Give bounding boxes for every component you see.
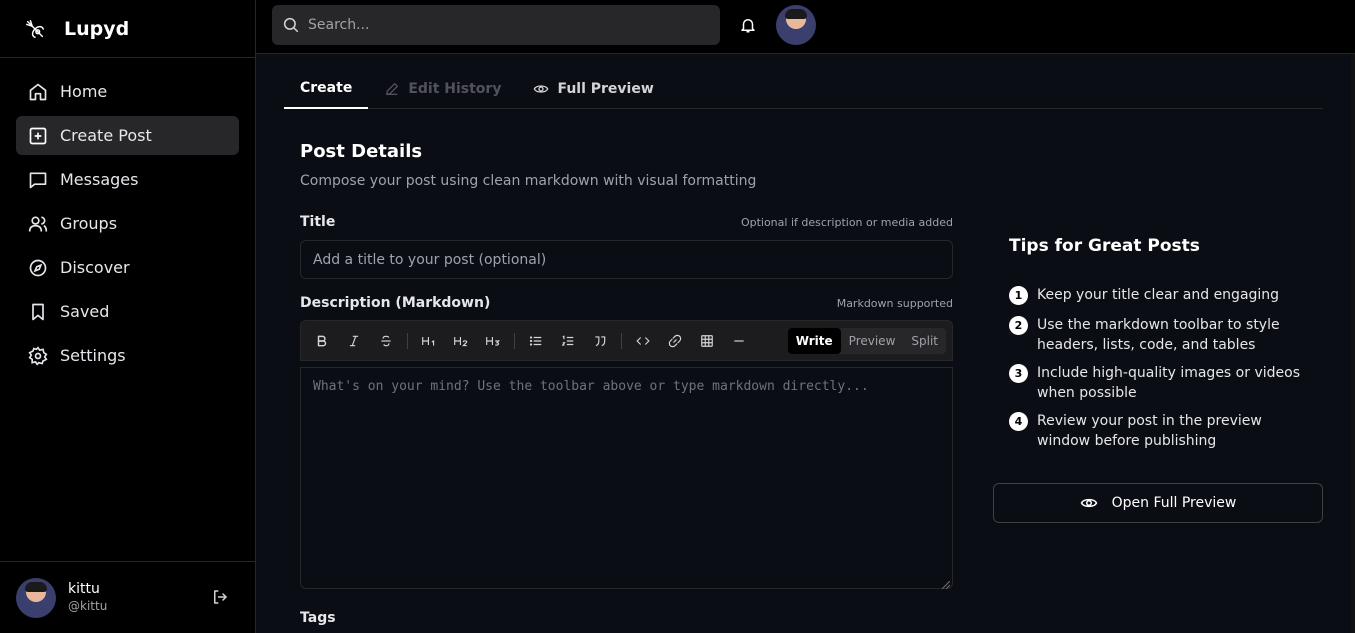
tip-item: 4 Review your post in the preview window… xyxy=(1009,411,1309,451)
sidebar-item-groups[interactable]: Groups xyxy=(16,204,239,243)
toolbar-divider xyxy=(514,332,515,349)
code-icon[interactable] xyxy=(632,330,654,352)
users-icon xyxy=(28,214,48,234)
page-scrollbar[interactable] xyxy=(1351,54,1355,633)
table-icon[interactable] xyxy=(696,330,718,352)
sidebar-item-label: Create Post xyxy=(60,126,152,145)
message-icon xyxy=(28,170,48,190)
app-name: Lupyd xyxy=(64,17,130,40)
sidebar: Lupyd Home Create Post Messages Groups D… xyxy=(0,0,256,633)
tips-title: Tips for Great Posts xyxy=(1009,236,1200,256)
sidebar-item-label: Settings xyxy=(60,346,126,365)
toolbar-divider xyxy=(621,332,622,349)
description-label: Description (Markdown) xyxy=(300,295,491,311)
bullet-list-icon[interactable] xyxy=(525,330,547,352)
tip-number-badge: 1 xyxy=(1009,286,1028,305)
mode-split-button[interactable]: Split xyxy=(903,328,946,354)
link-icon[interactable] xyxy=(664,330,686,352)
sidebar-item-label: Home xyxy=(60,82,108,101)
editor-tabs: Create Edit History Full Preview xyxy=(284,68,1323,109)
tab-full-preview[interactable]: Full Preview xyxy=(517,68,669,109)
tip-item: 1 Keep your title clear and engaging xyxy=(1009,285,1309,305)
bookmark-icon xyxy=(28,302,48,322)
sidebar-item-discover[interactable]: Discover xyxy=(16,248,239,287)
notification-bell-icon[interactable] xyxy=(739,16,757,34)
sidebar-nav: Home Create Post Messages Groups Discove… xyxy=(0,58,255,375)
heading-3-icon[interactable] xyxy=(482,330,504,352)
quote-icon[interactable] xyxy=(589,330,611,352)
toolbar-divider xyxy=(407,332,408,349)
eye-icon xyxy=(1080,494,1098,512)
current-user[interactable]: kittu @kittu xyxy=(0,561,255,633)
user-name: kittu xyxy=(68,580,100,597)
section-subtitle: Compose your post using clean markdown w… xyxy=(300,173,757,189)
tip-number-badge: 3 xyxy=(1009,364,1028,383)
resize-handle-icon[interactable] xyxy=(941,578,951,590)
sidebar-item-label: Groups xyxy=(60,214,118,233)
markdown-toolbar: Write Preview Split xyxy=(300,320,953,361)
profile-avatar[interactable] xyxy=(776,5,816,45)
plus-square-icon xyxy=(28,126,48,146)
tab-label: Full Preview xyxy=(557,80,654,97)
tip-number-badge: 2 xyxy=(1009,316,1028,335)
pencil-icon xyxy=(384,81,400,97)
heading-1-icon[interactable] xyxy=(418,330,440,352)
tab-create[interactable]: Create xyxy=(284,68,369,109)
bold-icon[interactable] xyxy=(311,330,333,352)
tab-label: Create xyxy=(300,79,353,96)
open-full-preview-button[interactable]: Open Full Preview xyxy=(993,483,1323,523)
logout-icon[interactable] xyxy=(211,588,229,606)
editor-placeholder: What's on your mind? Use the toolbar abo… xyxy=(313,379,869,394)
markdown-editor[interactable]: What's on your mind? Use the toolbar abo… xyxy=(300,367,953,590)
sidebar-item-label: Messages xyxy=(60,170,139,189)
title-field[interactable]: Add a title to your post (optional) xyxy=(300,240,953,279)
sidebar-item-saved[interactable]: Saved xyxy=(16,292,239,331)
section-title: Post Details xyxy=(300,141,423,162)
eye-icon xyxy=(533,81,549,97)
search-input[interactable]: Search... xyxy=(272,5,720,45)
user-handle: @kittu xyxy=(68,598,108,613)
tip-text: Use the markdown toolbar to style header… xyxy=(1037,317,1280,353)
search-placeholder: Search... xyxy=(308,17,370,33)
compass-icon xyxy=(28,258,48,278)
tip-item: 2 Use the markdown toolbar to style head… xyxy=(1009,315,1309,355)
brand[interactable]: Lupyd xyxy=(0,0,255,58)
mode-write-button[interactable]: Write xyxy=(787,328,841,354)
sidebar-item-label: Discover xyxy=(60,258,130,277)
sidebar-item-messages[interactable]: Messages xyxy=(16,160,239,199)
tip-item: 3 Include high-quality images or videos … xyxy=(1009,363,1309,403)
title-label: Title xyxy=(300,214,336,230)
lupyd-logo-icon xyxy=(22,16,48,42)
avatar xyxy=(16,577,56,618)
tip-text: Review your post in the preview window b… xyxy=(1037,413,1262,449)
tip-text: Keep your title clear and engaging xyxy=(1037,287,1280,303)
top-bar: Search... xyxy=(256,0,1355,54)
tags-label: Tags xyxy=(300,610,336,626)
user-info: kittu @kittu xyxy=(68,581,107,615)
editor-mode-switch: Write Preview Split xyxy=(787,328,946,354)
strikethrough-icon[interactable] xyxy=(375,330,397,352)
sidebar-item-home[interactable]: Home xyxy=(16,72,239,111)
sidebar-item-settings[interactable]: Settings xyxy=(16,336,239,375)
preview-button-label: Open Full Preview xyxy=(1111,495,1237,511)
heading-2-icon[interactable] xyxy=(450,330,472,352)
tip-text: Include high-quality images or videos wh… xyxy=(1037,365,1300,401)
title-placeholder: Add a title to your post (optional) xyxy=(313,251,547,268)
description-hint: Markdown supported xyxy=(836,297,953,310)
numbered-list-icon[interactable] xyxy=(557,330,579,352)
horizontal-rule-icon[interactable] xyxy=(728,330,750,352)
home-icon xyxy=(28,82,48,102)
tip-number-badge: 4 xyxy=(1009,412,1028,431)
sidebar-item-label: Saved xyxy=(60,302,110,321)
tab-label: Edit History xyxy=(408,80,502,97)
title-hint: Optional if description or media added xyxy=(740,216,953,229)
gear-icon xyxy=(28,345,48,366)
mode-preview-button[interactable]: Preview xyxy=(841,328,904,354)
tab-edit-history[interactable]: Edit History xyxy=(368,68,517,109)
italic-icon[interactable] xyxy=(343,330,365,352)
search-icon xyxy=(282,16,300,34)
sidebar-item-create-post[interactable]: Create Post xyxy=(16,116,239,155)
